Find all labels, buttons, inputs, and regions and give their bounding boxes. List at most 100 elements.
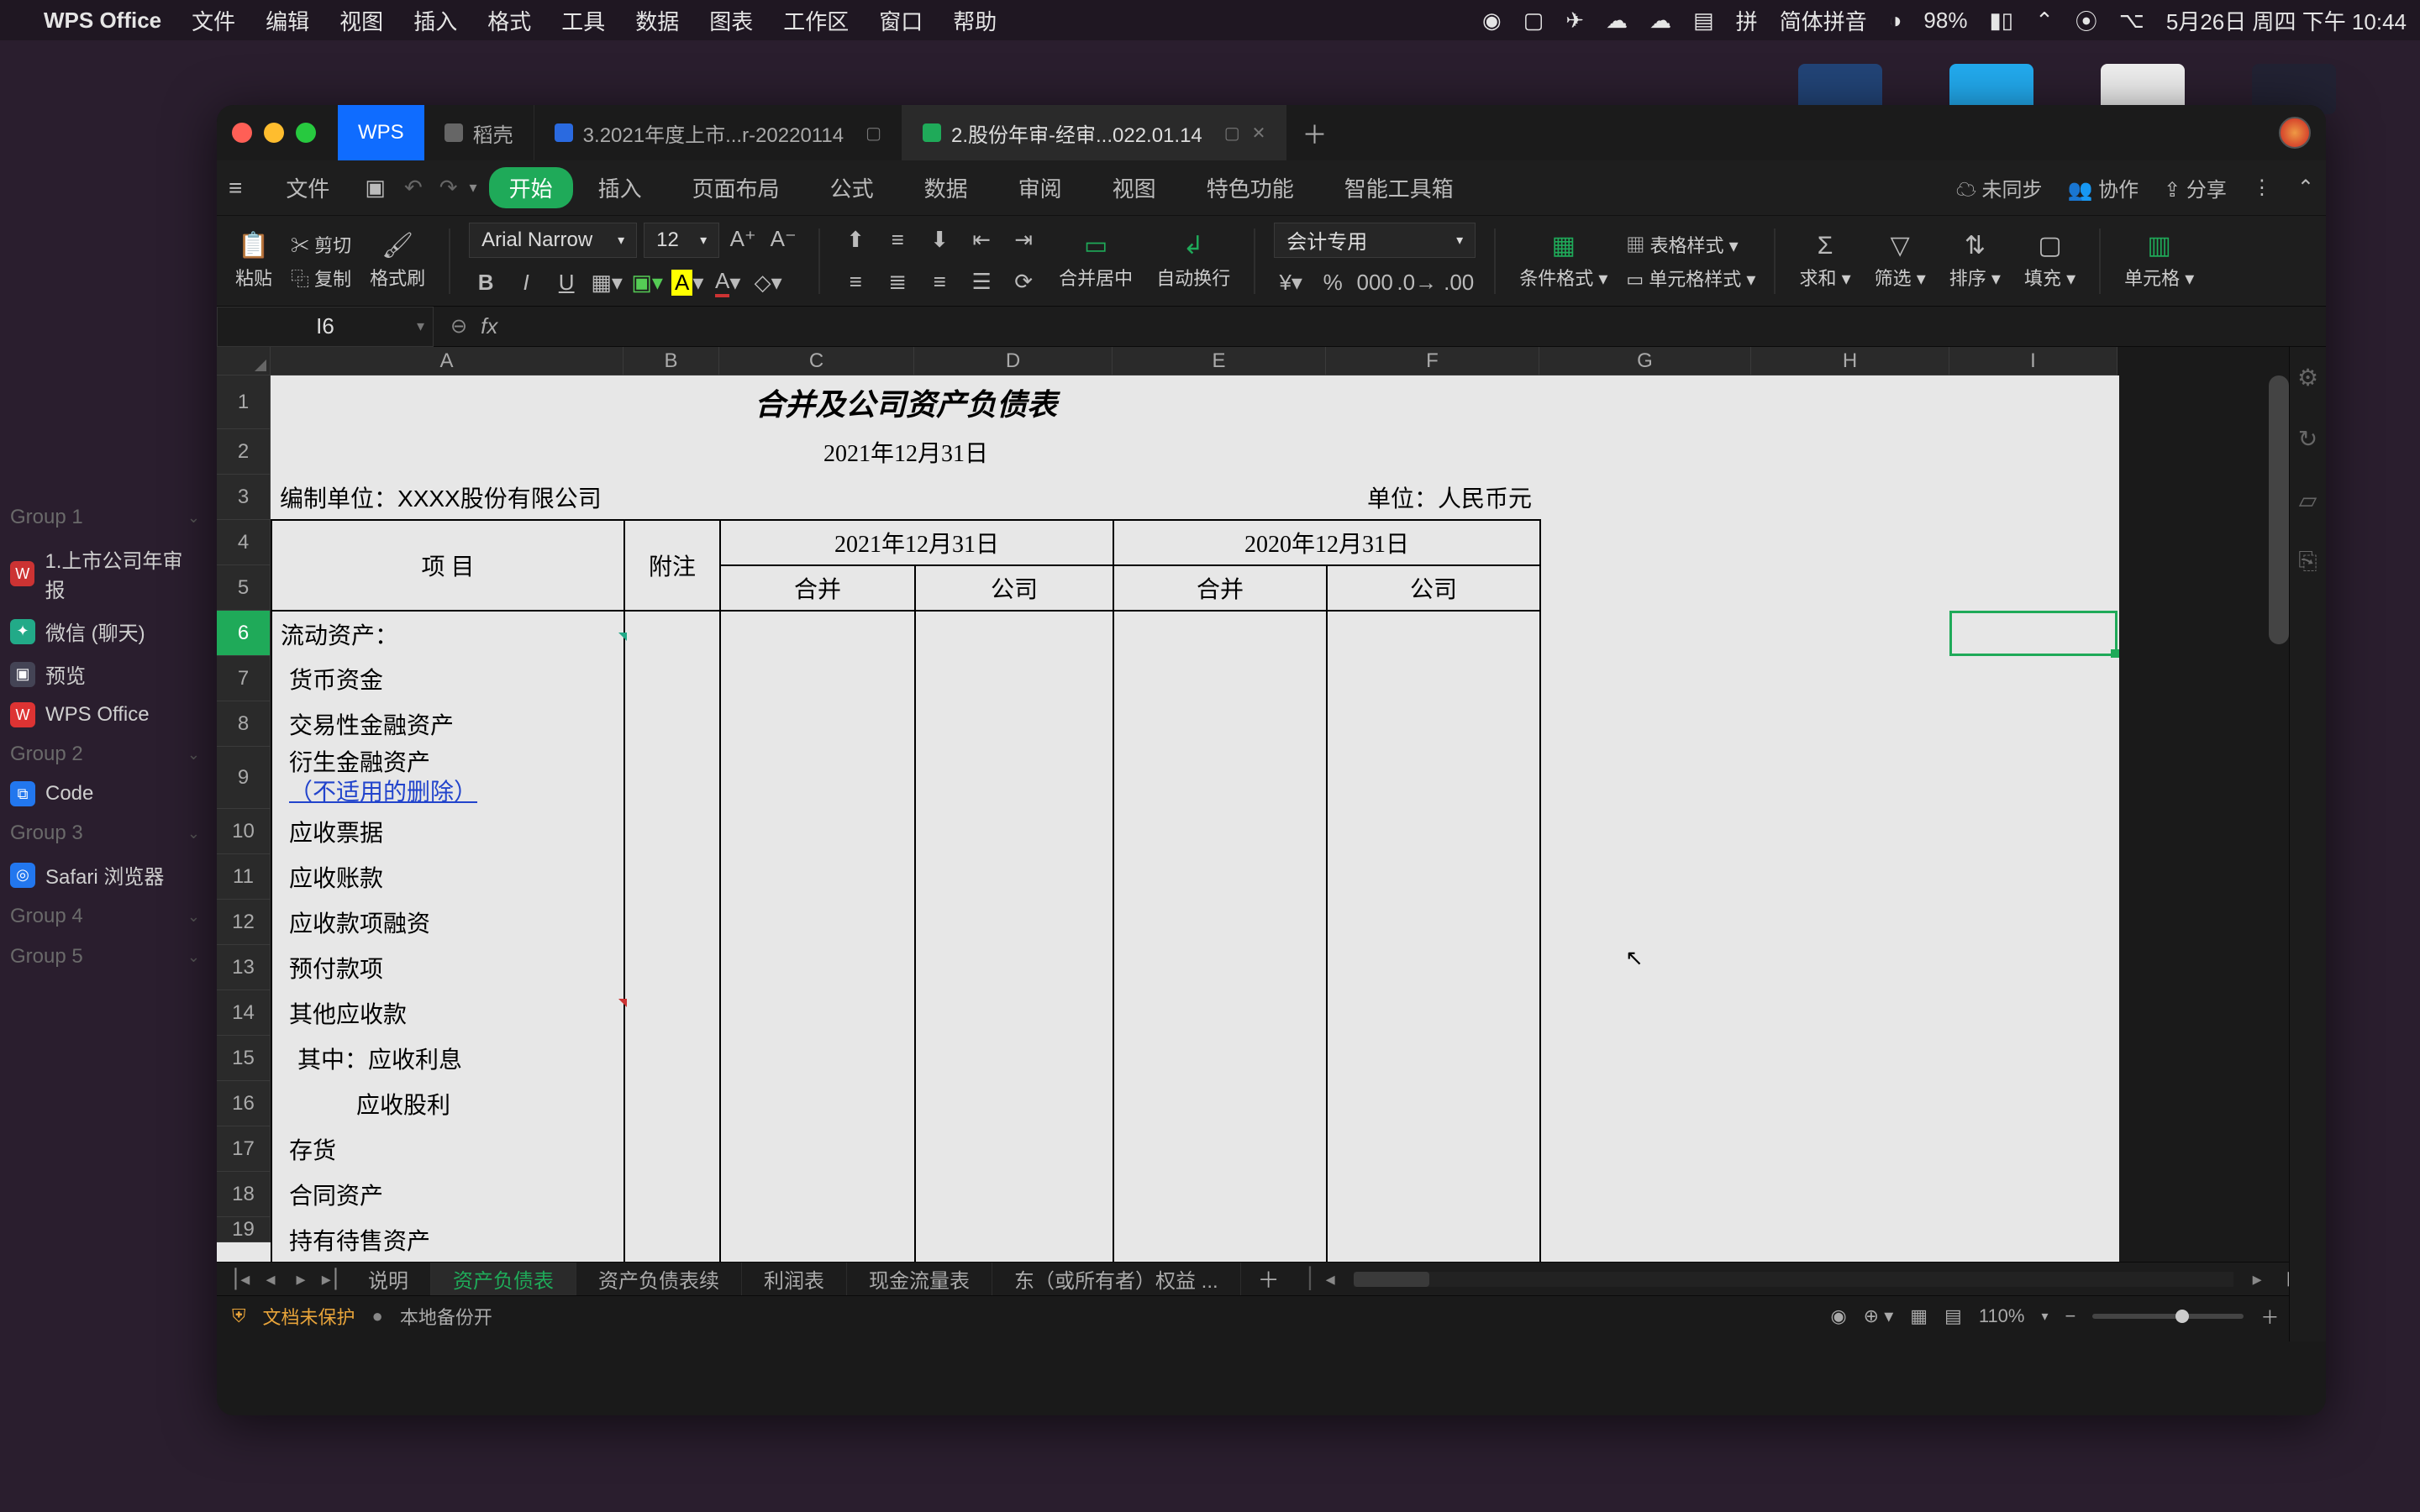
row-header-14[interactable]: 14 (217, 990, 271, 1036)
more-qa-icon[interactable]: ▾ (466, 179, 489, 197)
zoom-slider[interactable] (2092, 1314, 2244, 1319)
zoom-out-button[interactable]: − (2065, 1305, 2076, 1327)
group-item-report[interactable]: W1.上市公司年审报 (0, 538, 210, 610)
protect-status[interactable]: 文档未保护 (263, 1303, 355, 1330)
row-header-8[interactable]: 8 (217, 701, 271, 747)
group-item-wechat[interactable]: ✦微信 (聊天) (0, 610, 210, 653)
comment-marker[interactable] (618, 633, 627, 641)
ribbon-file[interactable]: 文件 (260, 165, 355, 210)
backup-status[interactable]: 本地备份开 (400, 1303, 492, 1330)
share-button[interactable]: ⇪ 分享 (2164, 173, 2227, 202)
row-header-18[interactable]: 18 (217, 1172, 271, 1217)
col-header-f[interactable]: F (1326, 347, 1539, 375)
col-header-d[interactable]: D (914, 347, 1113, 375)
menu-insert[interactable]: 插入 (413, 5, 457, 36)
zoom-label[interactable]: 110% (1979, 1305, 2025, 1327)
col-header-g[interactable]: G (1539, 347, 1751, 375)
row-held-for-sale[interactable]: 持有待售资产 (271, 1217, 624, 1262)
ribbon-formula[interactable]: 公式 (805, 165, 899, 210)
group-2-header[interactable]: Group 2⌄ (0, 734, 210, 774)
merge-icon[interactable]: ▭ (1084, 231, 1107, 260)
group-3-header[interactable]: Group 3⌄ (0, 813, 210, 853)
wifi-icon[interactable]: ⌃ (2035, 8, 2054, 34)
comment-marker[interactable] (618, 999, 627, 1007)
formula-input[interactable] (511, 315, 2309, 339)
fill-icon[interactable]: ▢ (2038, 231, 2061, 260)
font-size-select[interactable]: 12▾ (644, 223, 719, 258)
row-other-receivables[interactable]: 其他应收款 (271, 990, 624, 1036)
name-box[interactable]: I6▾ (217, 307, 434, 347)
zoom-fx-icon[interactable]: ⊖ (450, 314, 467, 339)
row-header-2[interactable]: 2 (217, 429, 271, 475)
ime-icon[interactable]: 拼 (1736, 5, 1758, 36)
ribbon-aitools[interactable]: 智能工具箱 (1319, 165, 1479, 210)
row-header-4[interactable]: 4 (217, 520, 271, 565)
wps-tray-icon[interactable]: ▢ (1523, 8, 1544, 34)
ribbon-review[interactable]: 审阅 (993, 165, 1087, 210)
group-item-code[interactable]: ⧉Code (0, 774, 210, 813)
menu-chart[interactable]: 图表 (709, 5, 753, 36)
vertical-scrollbar[interactable] (2269, 375, 2289, 644)
sheet-nav-last[interactable]: ▸⎮ (316, 1268, 346, 1290)
row-current-assets[interactable]: 流动资产： (271, 611, 624, 656)
sheet-add-button[interactable]: ＋ (1241, 1263, 1297, 1294)
filter-icon[interactable]: ▽ (1891, 231, 1910, 260)
tab-window-icon[interactable]: ▢ (1224, 123, 1240, 144)
wechat-tray-icon[interactable]: ☁ (1606, 8, 1628, 34)
col-header-i[interactable]: I (1949, 347, 2118, 375)
col-header-h[interactable]: H (1751, 347, 1949, 375)
menu-format[interactable]: 格式 (487, 5, 531, 36)
maximize-button[interactable] (296, 123, 316, 143)
indent-left-icon[interactable]: ⇤ (965, 223, 998, 257)
panel-settings-icon[interactable]: ⚙ (2297, 364, 2318, 391)
sheet-nav-first[interactable]: ⎮◂ (225, 1268, 255, 1290)
col-header-c[interactable]: C (719, 347, 914, 375)
currency-icon[interactable]: ¥▾ (1274, 266, 1307, 300)
col-header-b[interactable]: B (623, 347, 719, 375)
panel-history-icon[interactable]: ↻ (2298, 425, 2317, 453)
row-header-3[interactable]: 3 (217, 475, 271, 520)
row-header-9[interactable]: 9 (217, 747, 271, 809)
tab-daoke[interactable]: 稻壳 (424, 105, 534, 160)
ribbon-layout[interactable]: 页面布局 (667, 165, 805, 210)
font-select[interactable]: Arial Narrow▾ (469, 223, 637, 258)
font-color-button[interactable]: A▾ (711, 266, 744, 300)
italic-button[interactable]: I (509, 266, 543, 300)
app-name[interactable]: WPS Office (44, 8, 161, 34)
row-interest-receivable[interactable]: 其中：应收利息 (271, 1036, 624, 1081)
highlight-button[interactable]: A▾ (671, 266, 704, 300)
select-all-corner[interactable] (217, 347, 271, 375)
tab-doc-audit[interactable]: 2.股份年审-经审...022.01.14▢✕ (902, 105, 1286, 160)
increase-font-icon[interactable]: A⁺ (726, 223, 760, 256)
row-header-6[interactable]: 6 (217, 611, 271, 656)
datetime[interactable]: 5月26日 周四 下午 10:44 (2166, 5, 2407, 36)
sort-icon[interactable]: ⇅ (1965, 231, 1986, 260)
save-icon[interactable]: ▣ (355, 175, 396, 201)
ribbon-start[interactable]: 开始 (489, 167, 573, 208)
border-button[interactable]: ▦▾ (590, 266, 623, 300)
search-icon[interactable]: ⦿ (2075, 5, 2097, 36)
group-4-header[interactable]: Group 4⌄ (0, 896, 210, 937)
control-center-icon[interactable]: ⌥ (2119, 8, 2144, 34)
horizontal-scrollbar[interactable] (1354, 1272, 2233, 1287)
more-icon[interactable]: ⋮ (2252, 176, 2272, 200)
sum-icon[interactable]: Σ (1818, 232, 1833, 260)
menu-edit[interactable]: 编辑 (266, 5, 309, 36)
ime-label[interactable]: 简体拼音 (1780, 5, 1867, 36)
row-contract-assets[interactable]: 合同资产 (271, 1172, 624, 1217)
zoom-in-button[interactable]: ＋ (2260, 1303, 2279, 1330)
row-dividend-receivable[interactable]: 应收股利 (271, 1081, 624, 1126)
ribbon-data[interactable]: 数据 (899, 165, 993, 210)
cloud-icon[interactable]: ☁ (1649, 8, 1671, 34)
group-item-safari[interactable]: ◎Safari 浏览器 (0, 853, 210, 896)
row-header-16[interactable]: 16 (217, 1081, 271, 1126)
sheet-tab-equity[interactable]: 东（或所有者）权益 ... (992, 1263, 1241, 1295)
menu-help[interactable]: 帮助 (953, 5, 997, 36)
hamburger-icon[interactable]: ≡ (229, 175, 242, 202)
row-derivative[interactable]: 衍生金融资产（不适用的删除） (271, 747, 624, 809)
copy-button[interactable]: ⿻ 复制 (291, 265, 351, 291)
orientation-icon[interactable]: ⟳ (1007, 265, 1040, 299)
row-header-7[interactable]: 7 (217, 656, 271, 701)
fill-color-button[interactable]: ▣▾ (630, 266, 664, 300)
calc-icon[interactable]: ▤ (1693, 8, 1714, 34)
